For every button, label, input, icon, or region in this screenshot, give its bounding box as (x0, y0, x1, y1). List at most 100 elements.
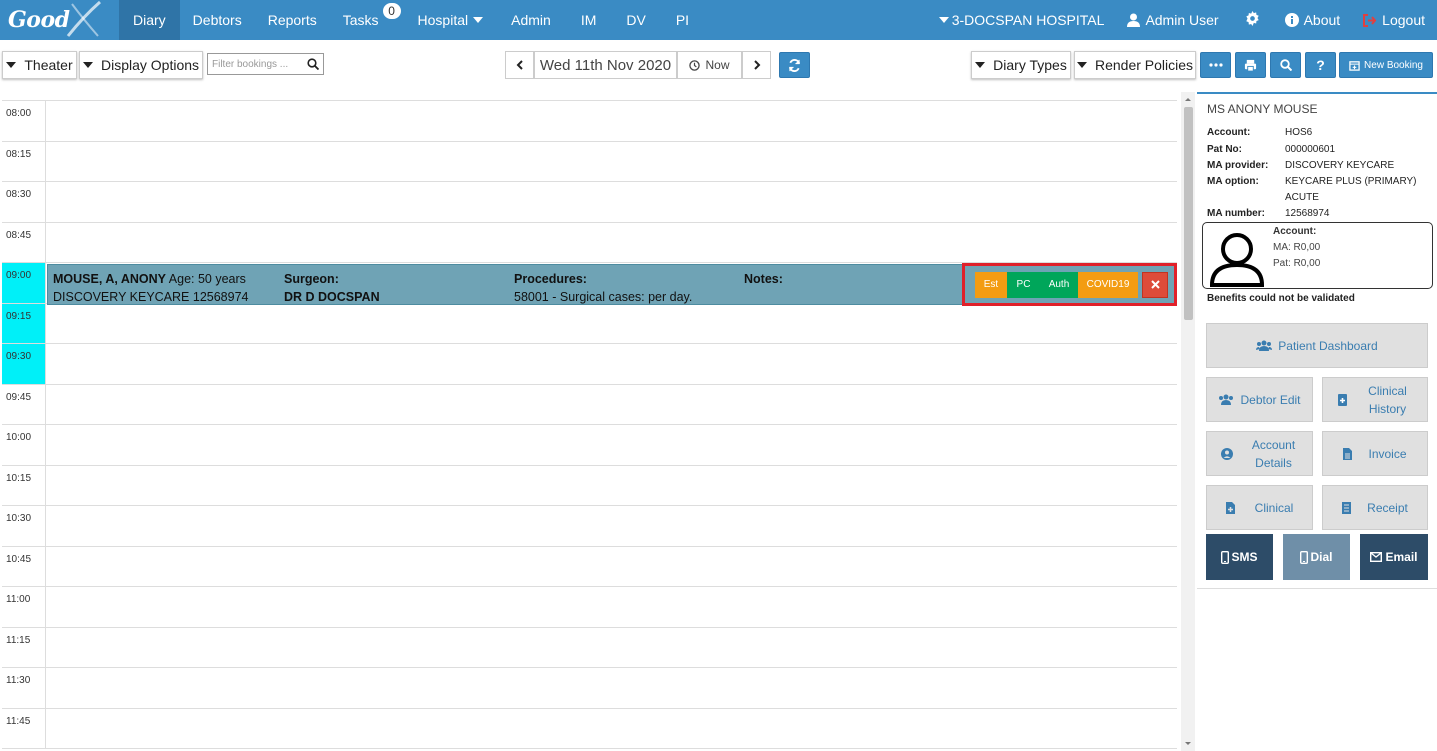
estimate-label: Est (983, 279, 999, 290)
new-booking-button[interactable]: New Booking (1339, 52, 1433, 78)
time-slot[interactable]: 08:30 (2, 182, 1177, 223)
clock-icon (689, 59, 701, 71)
time-slot[interactable]: 08:00 (2, 101, 1177, 142)
user-circle-icon (1220, 447, 1233, 460)
time-slot-label: 11:00 (2, 587, 46, 627)
chevron-right-icon (753, 60, 760, 70)
time-slot[interactable]: 11:30 (2, 668, 1177, 709)
render-policies-dropdown[interactable]: Render Policies (1074, 51, 1196, 79)
time-slot[interactable]: 09:45 (2, 384, 1177, 425)
cancel-booking-button[interactable] (1142, 271, 1168, 298)
time-slot[interactable]: 10:45 (2, 546, 1177, 587)
time-slot[interactable]: 08:15 (2, 141, 1177, 182)
diary-scrollbar[interactable] (1181, 92, 1195, 751)
nav-reports[interactable]: Reports (255, 0, 330, 40)
pc-button[interactable]: PC (1007, 271, 1040, 298)
caret-down-icon (975, 62, 986, 68)
debtor-edit-button[interactable]: Debtor Edit (1206, 377, 1313, 422)
time-slot[interactable]: 09:15 (2, 303, 1177, 344)
booking-notes-col: Notes: (744, 270, 783, 288)
dial-button[interactable]: Dial (1283, 534, 1350, 580)
info-icon (1284, 13, 1299, 27)
nav-debtors-label: Debtors (192, 12, 242, 28)
patient-patno-row: Pat No: 000000601 (1207, 142, 1335, 158)
estimate-button[interactable]: Est (975, 271, 1007, 298)
clinical-button[interactable]: Clinical (1206, 485, 1313, 530)
file-medical-icon (1225, 501, 1235, 514)
surgeon-label: Surgeon: (284, 272, 339, 286)
previous-day-button[interactable] (505, 51, 534, 79)
next-day-button[interactable] (742, 51, 771, 79)
avatar-icon (1209, 233, 1265, 287)
time-slot[interactable]: 10:30 (2, 506, 1177, 547)
logout-link[interactable]: Logout (1354, 0, 1437, 40)
ellipsis-icon (1208, 63, 1223, 67)
top-navbar: Good Diary Debtors Reports Tasks 0 Hospi… (0, 0, 1437, 40)
patient-provider-row: MA provider: DISCOVERY KEYCARE (1207, 158, 1394, 174)
display-options-dropdown[interactable]: Display Options (79, 51, 203, 79)
patient-side-panel: MS ANONY MOUSE Account: HOS6 Pat No: 00000… (1197, 92, 1437, 751)
current-date-display[interactable]: Wed 11th Nov 2020 (534, 51, 677, 79)
filter-placeholder: Filter bookings ... (212, 58, 289, 70)
nav-right-group: 3-DOCSPAN HOSPITAL Admin User About Logo… (930, 0, 1437, 40)
nav-hospital[interactable]: Hospital (405, 0, 497, 40)
account-details-button[interactable]: Account Details (1206, 431, 1313, 476)
time-slot-label: 09:15 (2, 303, 46, 343)
time-slot[interactable]: 11:45 (2, 708, 1177, 749)
print-button[interactable] (1235, 52, 1266, 78)
theater-dropdown[interactable]: Theater (2, 51, 77, 79)
user-icon (1127, 13, 1141, 27)
close-icon (1150, 280, 1160, 289)
filter-bookings-input[interactable]: Filter bookings ... (207, 53, 324, 75)
new-booking-label: New Booking (1364, 59, 1423, 71)
now-label: Now (705, 58, 730, 72)
nav-debtors[interactable]: Debtors (180, 0, 255, 40)
nav-im-label: IM (580, 12, 597, 28)
user-name: Admin User (1145, 12, 1219, 28)
invoice-button[interactable]: Invoice (1322, 431, 1428, 476)
nav-dv[interactable]: DV (611, 0, 660, 40)
help-button[interactable]: ? (1305, 52, 1336, 78)
envelope-icon (1370, 552, 1383, 562)
settings-button[interactable] (1231, 0, 1276, 40)
nav-admin[interactable]: Admin (496, 0, 566, 40)
email-button[interactable]: Email (1360, 534, 1428, 580)
scroll-thumb[interactable] (1184, 107, 1193, 320)
time-slot[interactable]: 10:00 (2, 425, 1177, 466)
time-slot[interactable]: 11:00 (2, 587, 1177, 628)
now-button[interactable]: Now (677, 51, 742, 79)
nav-im[interactable]: IM (566, 0, 612, 40)
time-slot-label: 08:00 (2, 101, 46, 141)
user-menu[interactable]: Admin User (1118, 0, 1230, 40)
refresh-button[interactable] (779, 52, 810, 78)
time-slot[interactable]: 11:15 (2, 627, 1177, 668)
scroll-up-icon[interactable] (1181, 94, 1195, 104)
current-date-label: Wed 11th Nov 2020 (539, 56, 672, 74)
covid19-button[interactable]: COVID19 (1078, 271, 1138, 298)
nav-tasks[interactable]: Tasks 0 (330, 0, 405, 40)
booking-actions-highlight: Est PC Auth COVID19 (962, 263, 1177, 306)
option-value-2: ACUTE (1285, 192, 1319, 203)
nav-diary[interactable]: Diary (119, 0, 180, 40)
auth-label: Auth (1048, 279, 1070, 290)
caret-down-icon (82, 62, 93, 68)
clinical-history-button[interactable]: Clinical History (1322, 377, 1428, 422)
hospital-selector[interactable]: 3-DOCSPAN HOSPITAL (930, 0, 1119, 40)
diary-types-dropdown[interactable]: Diary Types (971, 51, 1071, 79)
receipt-button[interactable]: Receipt (1322, 485, 1428, 530)
about-link[interactable]: About (1276, 0, 1355, 40)
time-slot[interactable]: 10:15 (2, 465, 1177, 506)
scroll-down-icon[interactable] (1181, 739, 1195, 749)
clinical-label: Clinical (1254, 500, 1294, 515)
app-logo[interactable]: Good (0, 0, 119, 40)
auth-button[interactable]: Auth (1040, 271, 1078, 298)
nav-tasks-label: Tasks (342, 12, 379, 28)
patient-dashboard-button[interactable]: Patient Dashboard (1206, 323, 1428, 368)
more-options-button[interactable] (1200, 52, 1231, 78)
diary-top-spacer (2, 92, 1177, 101)
search-button[interactable] (1270, 52, 1301, 78)
time-slot[interactable]: 09:30 (2, 344, 1177, 385)
nav-pi[interactable]: PI (661, 0, 704, 40)
sms-button[interactable]: SMS (1206, 534, 1273, 580)
time-slot[interactable]: 08:45 (2, 222, 1177, 263)
